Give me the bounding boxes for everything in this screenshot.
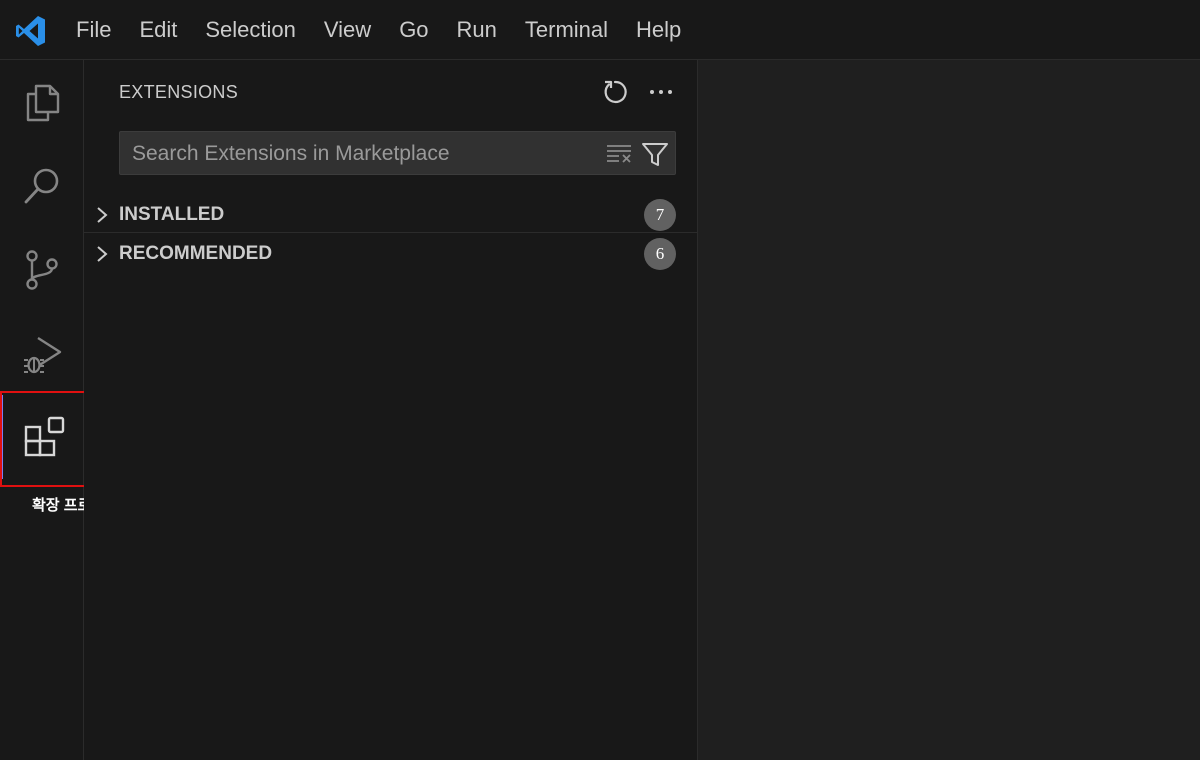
title-bar: File Edit Selection View Go Run Terminal… bbox=[0, 0, 1200, 60]
menu-edit[interactable]: Edit bbox=[125, 0, 191, 60]
section-installed[interactable]: INSTALLED 7 bbox=[84, 196, 697, 234]
section-recommended[interactable]: RECOMMENDED 6 bbox=[84, 235, 697, 273]
search-icon bbox=[24, 168, 59, 204]
explorer-icon bbox=[26, 84, 60, 122]
count-badge: 6 bbox=[644, 238, 676, 270]
clear-filter-icon bbox=[607, 145, 631, 163]
extensions-search-box bbox=[119, 131, 676, 176]
chevron-right-icon bbox=[97, 207, 108, 223]
section-label: INSTALLED bbox=[119, 204, 225, 225]
activity-explorer[interactable] bbox=[0, 60, 84, 144]
clear-search-button[interactable] bbox=[605, 141, 633, 165]
sidebar-actions bbox=[601, 78, 675, 106]
ellipsis-icon bbox=[650, 90, 672, 94]
menu-file[interactable]: File bbox=[62, 0, 125, 60]
menu-go[interactable]: Go bbox=[385, 0, 442, 60]
editor-area bbox=[698, 60, 1200, 760]
menu-view[interactable]: View bbox=[310, 0, 385, 60]
refresh-icon bbox=[604, 80, 627, 104]
section-label: RECOMMENDED bbox=[119, 243, 273, 264]
sidebar-title: EXTENSIONS bbox=[119, 82, 239, 102]
more-actions-button[interactable] bbox=[647, 78, 675, 106]
extensions-sidebar: EXTENSIONS Search Extensions in Marketpl… bbox=[84, 60, 698, 760]
count-badge: 7 bbox=[644, 199, 676, 231]
run-debug-icon bbox=[24, 336, 62, 374]
menu-run[interactable]: Run bbox=[443, 0, 511, 60]
menu-terminal[interactable]: Terminal bbox=[511, 0, 622, 60]
menu-bar: File Edit Selection View Go Run Terminal… bbox=[62, 0, 695, 60]
activity-extensions[interactable] bbox=[0, 395, 84, 479]
chevron-right-icon bbox=[97, 246, 108, 262]
activity-bar bbox=[0, 60, 84, 760]
menu-help[interactable]: Help bbox=[622, 0, 695, 60]
filter-icon bbox=[642, 143, 668, 166]
vscode-logo-icon bbox=[14, 14, 48, 48]
filter-button[interactable] bbox=[641, 140, 669, 168]
menu-selection[interactable]: Selection bbox=[191, 0, 310, 60]
activity-source-control[interactable] bbox=[0, 228, 84, 312]
activity-run-debug[interactable] bbox=[0, 312, 84, 396]
extensions-icon bbox=[24, 416, 64, 457]
source-control-icon bbox=[26, 250, 58, 290]
section-divider bbox=[84, 232, 697, 233]
activity-search[interactable] bbox=[0, 144, 84, 228]
extensions-search-input[interactable] bbox=[130, 132, 594, 176]
refresh-button[interactable] bbox=[601, 78, 629, 106]
